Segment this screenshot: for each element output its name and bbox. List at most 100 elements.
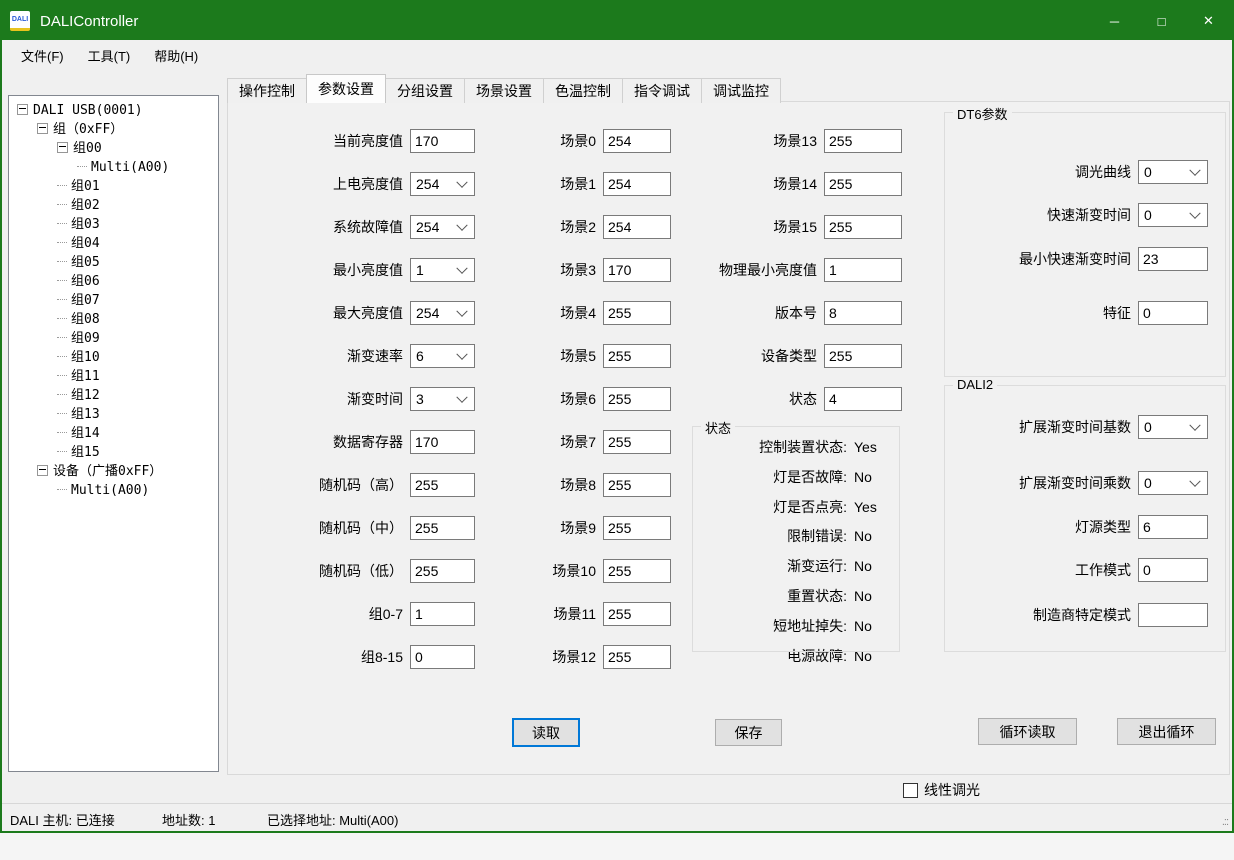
- tree-item-3[interactable]: Multi(A00): [9, 158, 218, 177]
- tree-item-label: 组05: [71, 255, 100, 270]
- tree-item-0[interactable]: DALI USB(0001): [9, 101, 218, 120]
- tree-item-2[interactable]: 组00: [9, 139, 218, 158]
- scene-3-input[interactable]: [603, 258, 671, 282]
- tree-item-15[interactable]: 组12: [9, 386, 218, 405]
- scene-7-input[interactable]: [603, 430, 671, 454]
- tree-connector-icon: [57, 413, 67, 414]
- tree-item-13[interactable]: 组10: [9, 348, 218, 367]
- scene-8-input[interactable]: [603, 473, 671, 497]
- random-mid-input[interactable]: [410, 516, 475, 540]
- device-type-input[interactable]: [824, 344, 902, 368]
- fade-time-combo[interactable]: 3: [410, 387, 475, 411]
- scene-11-input[interactable]: [603, 602, 671, 626]
- tree-collapse-icon[interactable]: [37, 123, 48, 134]
- scene-12-input[interactable]: [603, 645, 671, 669]
- tree-collapse-icon[interactable]: [17, 104, 28, 115]
- tree-collapse-icon[interactable]: [37, 465, 48, 476]
- tree-item-7[interactable]: 组04: [9, 234, 218, 253]
- menu-item-help[interactable]: 帮助(H): [145, 42, 207, 69]
- tree-item-4[interactable]: 组01: [9, 177, 218, 196]
- status-value-input[interactable]: [824, 387, 902, 411]
- tree-item-1[interactable]: 组（0xFF）: [9, 120, 218, 139]
- checkbox-box[interactable]: [903, 783, 918, 798]
- min-level-combo[interactable]: 1: [410, 258, 475, 282]
- tree-connector-icon: [77, 166, 87, 167]
- tab-5[interactable]: 指令调试: [622, 78, 702, 103]
- group-8-15-input[interactable]: [410, 645, 475, 669]
- scene-13-label: 场景13: [689, 131, 817, 151]
- tab-6[interactable]: 调试监控: [701, 78, 781, 103]
- max-level-combo[interactable]: 254: [410, 301, 475, 325]
- tree-item-11[interactable]: 组08: [9, 310, 218, 329]
- scene-15-input[interactable]: [824, 215, 902, 239]
- physical-min-level-input[interactable]: [824, 258, 902, 282]
- scene-14-input[interactable]: [824, 172, 902, 196]
- tree-item-label: 组03: [71, 217, 100, 232]
- scene-13-input[interactable]: [824, 129, 902, 153]
- random-mid-label: 随机码（中）: [278, 518, 403, 538]
- tree-connector-icon: [57, 223, 67, 224]
- tree-item-14[interactable]: 组11: [9, 367, 218, 386]
- tab-2[interactable]: 分组设置: [385, 78, 465, 103]
- status-value-label: 状态: [689, 389, 817, 409]
- current-level-input[interactable]: [410, 129, 475, 153]
- tree-item-8[interactable]: 组05: [9, 253, 218, 272]
- save-button[interactable]: 保存: [715, 719, 782, 746]
- scene-2-input[interactable]: [603, 215, 671, 239]
- tab-3[interactable]: 场景设置: [464, 78, 544, 103]
- tab-0[interactable]: 操作控制: [227, 78, 307, 103]
- tab-1[interactable]: 参数设置: [306, 74, 386, 103]
- resize-grip-icon[interactable]: .::: [1222, 816, 1228, 828]
- tree-item-18[interactable]: 组15: [9, 443, 218, 462]
- random-high-input[interactable]: [410, 473, 475, 497]
- random-high-label: 随机码（高）: [278, 475, 403, 495]
- scene-1-label: 场景1: [481, 174, 596, 194]
- fade-rate-combo[interactable]: 6: [410, 344, 475, 368]
- group-0-7-input[interactable]: [410, 602, 475, 626]
- tree-item-6[interactable]: 组03: [9, 215, 218, 234]
- scene-10-input[interactable]: [603, 559, 671, 583]
- tree-item-12[interactable]: 组09: [9, 329, 218, 348]
- tree-item-19[interactable]: 设备（广播0xFF）: [9, 462, 218, 481]
- exit-loop-button[interactable]: 退出循环: [1117, 718, 1216, 745]
- maximize-button[interactable]: □: [1138, 2, 1185, 40]
- scene-9-input[interactable]: [603, 516, 671, 540]
- chevron-down-icon: [456, 306, 467, 317]
- tree-item-10[interactable]: 组07: [9, 291, 218, 310]
- tree-item-label: 组06: [71, 274, 100, 289]
- scene-8-label: 场景8: [481, 475, 596, 495]
- tab-4[interactable]: 色温控制: [543, 78, 623, 103]
- close-button[interactable]: ✕: [1185, 2, 1232, 40]
- tree-item-16[interactable]: 组13: [9, 405, 218, 424]
- tree-item-9[interactable]: 组06: [9, 272, 218, 291]
- scene-6-input[interactable]: [603, 387, 671, 411]
- power-on-level-combo[interactable]: 254: [410, 172, 475, 196]
- menu-item-tools[interactable]: 工具(T): [79, 42, 140, 69]
- version-number-input[interactable]: [824, 301, 902, 325]
- status-groupbox: 状态: [692, 426, 900, 652]
- scene-4-input[interactable]: [603, 301, 671, 325]
- tree-item-5[interactable]: 组02: [9, 196, 218, 215]
- tree-item-20[interactable]: Multi(A00): [9, 481, 218, 500]
- data-register-label: 数据寄存器: [278, 432, 403, 452]
- system-failure-level-combo-value: 254: [416, 219, 439, 235]
- tree-connector-icon: [57, 299, 67, 300]
- tree-item-17[interactable]: 组14: [9, 424, 218, 443]
- linear-dimming-checkbox[interactable]: 线性调光: [903, 780, 980, 800]
- scene-0-label: 场景0: [481, 131, 596, 151]
- tree-item-label: Multi(A00): [91, 160, 169, 175]
- scene-5-input[interactable]: [603, 344, 671, 368]
- scene-1-input[interactable]: [603, 172, 671, 196]
- scene-4-label: 场景4: [481, 303, 596, 323]
- dt6-groupbox: DT6参数: [944, 112, 1226, 377]
- tab-strip: 操作控制参数设置分组设置场景设置色温控制指令调试调试监控: [227, 74, 780, 103]
- read-button[interactable]: 读取: [512, 718, 580, 747]
- data-register-input[interactable]: [410, 430, 475, 454]
- scene-0-input[interactable]: [603, 129, 671, 153]
- system-failure-level-combo[interactable]: 254: [410, 215, 475, 239]
- loop-read-button[interactable]: 循环读取: [978, 718, 1077, 745]
- random-low-input[interactable]: [410, 559, 475, 583]
- tree-collapse-icon[interactable]: [57, 142, 68, 153]
- menu-item-file[interactable]: 文件(F): [12, 42, 73, 69]
- minimize-button[interactable]: ─: [1091, 2, 1138, 40]
